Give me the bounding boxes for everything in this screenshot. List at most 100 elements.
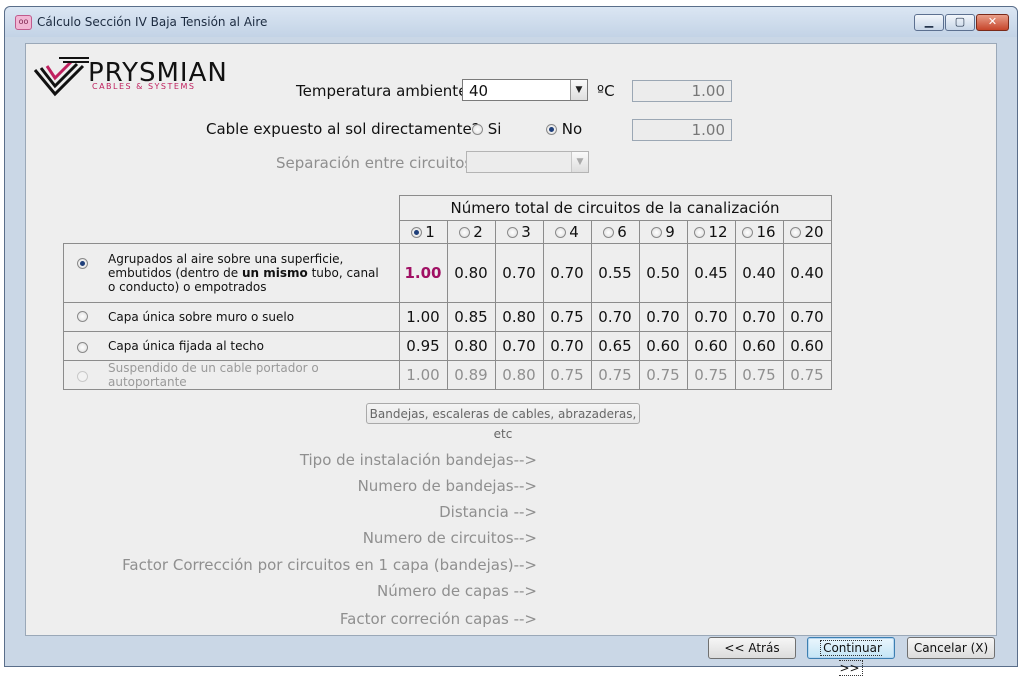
table-cell: 0.80 [494, 302, 544, 332]
tray-count-label: Numero de bandejas--> [357, 477, 537, 495]
row-radio[interactable] [77, 258, 88, 269]
table-cell: 0.95 [398, 331, 448, 361]
tray-correction-factor-label: Factor Corrección por circuitos en 1 cap… [122, 556, 537, 574]
table-row[interactable]: Agrupados al aire sobre una superficie, … [63, 243, 832, 303]
row-radio [77, 371, 88, 382]
sun-yes-radio[interactable] [472, 124, 483, 135]
circuit-count-option[interactable]: 16 [734, 220, 784, 244]
row-label-wall[interactable]: Capa única sobre muro o suelo [63, 302, 400, 332]
table-cell: 0.40 [782, 243, 832, 303]
layer-correction-factor-label: Factor correción capas --> [339, 610, 537, 628]
temperature-unit: ºC [597, 82, 615, 100]
tray-circuits-label: Numero de circuitos--> [362, 529, 537, 547]
table-cell: 0.65 [590, 331, 640, 361]
close-button[interactable]: ✕ [976, 14, 1009, 31]
circuit-count-radio[interactable] [603, 226, 615, 238]
main-panel: PRYSMIAN CABLES & SYSTEMS Temperatura am… [25, 43, 997, 636]
circuit-count-radio[interactable] [651, 226, 663, 238]
table-cell: 0.70 [782, 302, 832, 332]
logo-subtitle: CABLES & SYSTEMS [92, 82, 196, 91]
circuit-count-option[interactable]: 20 [782, 220, 832, 244]
trays-button[interactable]: Bandejas, escaleras de cables, abrazader… [366, 403, 640, 441]
table-cell: 0.60 [686, 331, 736, 361]
title-bar[interactable]: oo Cálculo Sección IV Baja Tensión al Ai… [5, 7, 1017, 37]
circuit-count-radio[interactable] [790, 226, 802, 238]
row-label-ceiling[interactable]: Capa única fijada al techo [63, 331, 400, 361]
table-cell: 0.75 [542, 360, 592, 390]
row-label-grouped[interactable]: Agrupados al aire sobre una superficie, … [63, 243, 400, 303]
chevron-down-icon[interactable]: ▼ [570, 80, 587, 100]
row-label-suspended: Suspendido de un cable portador o autopo… [63, 360, 400, 390]
table-cell: 1.00 [398, 360, 448, 390]
tray-distance-label: Distancia --> [439, 503, 537, 521]
circuit-count-option[interactable]: 6 [590, 220, 640, 244]
sun-no-label: No [561, 120, 583, 138]
circuit-count-radio[interactable] [459, 226, 471, 238]
table-cell: 0.60 [734, 331, 784, 361]
sun-factor-field: 1.00 [632, 119, 732, 141]
app-window: oo Cálculo Sección IV Baja Tensión al Ai… [4, 6, 1018, 676]
table-cell: 1.00 [398, 302, 448, 332]
temperature-value: 40 [469, 82, 489, 100]
table-cell: 0.45 [686, 243, 736, 303]
separation-select[interactable]: ▼ [466, 151, 589, 173]
sun-exposure-label: Cable expuesto al sol directamente? [206, 120, 480, 138]
circuit-count-option[interactable]: 1 [398, 220, 448, 244]
circuit-count-option[interactable]: 3 [494, 220, 544, 244]
table-cell: 0.70 [542, 243, 592, 303]
minimize-button[interactable]: ▁ [914, 14, 944, 31]
continue-button[interactable]: Continuar >> [807, 637, 895, 676]
sun-no-radio[interactable] [546, 124, 557, 135]
back-button[interactable]: << Atrás [708, 637, 796, 659]
table-cell: 0.75 [782, 360, 832, 390]
circuit-count-radio[interactable] [411, 226, 423, 238]
circuit-count-option[interactable]: 9 [638, 220, 688, 244]
table-cell: 0.75 [686, 360, 736, 390]
table-cell: 0.60 [638, 331, 688, 361]
continue-label: Continuar >> [820, 640, 882, 676]
temperature-label: Temperatura ambiente [296, 82, 468, 100]
window-title: Cálculo Sección IV Baja Tensión al Aire [37, 15, 268, 29]
table-cell: 0.75 [590, 360, 640, 390]
circuit-count-radio[interactable] [507, 226, 519, 238]
row-radio[interactable] [77, 342, 88, 353]
table-cell: 0.75 [638, 360, 688, 390]
sun-no-option[interactable]: No [546, 120, 582, 138]
table-cell: 0.50 [638, 243, 688, 303]
table-cell: 0.89 [446, 360, 496, 390]
temperature-select[interactable]: 40 ▼ [462, 79, 588, 101]
circuit-count-radio[interactable] [694, 226, 706, 238]
table-row[interactable]: Capa única sobre muro o suelo 1.00 0.85 … [63, 302, 832, 332]
table-row[interactable]: Capa única fijada al techo 0.95 0.80 0.7… [63, 331, 832, 361]
sun-yes-option[interactable]: Si [472, 120, 501, 138]
table-row: Suspendido de un cable portador o autopo… [63, 360, 832, 390]
circuit-count-option[interactable]: 2 [446, 220, 496, 244]
table-cell: 0.70 [638, 302, 688, 332]
circuits-table-title: Número total de circuitos de la canaliza… [398, 195, 832, 221]
close-icon: ✕ [987, 15, 998, 28]
circuit-count-radio[interactable] [555, 226, 567, 238]
circuit-count-option[interactable]: 12 [686, 220, 736, 244]
table-cell: 1.00 [398, 243, 448, 303]
temperature-factor-field: 1.00 [632, 80, 732, 102]
separation-label: Separación entre circuitos [276, 154, 473, 172]
maximize-button[interactable]: ▢ [945, 14, 975, 31]
table-cell: 0.80 [446, 243, 496, 303]
circuits-table: Número total de circuitos de la canaliza… [63, 195, 832, 390]
cancel-button[interactable]: Cancelar (X) [907, 637, 995, 659]
tray-type-label: Tipo de instalación bandejas--> [299, 451, 537, 469]
prysmian-logo-icon [33, 57, 89, 97]
row-radio[interactable] [77, 311, 88, 322]
table-cell: 0.70 [590, 302, 640, 332]
circuit-count-option[interactable]: 4 [542, 220, 592, 244]
table-cell: 0.75 [542, 302, 592, 332]
table-cell: 0.85 [446, 302, 496, 332]
table-cell: 0.40 [734, 243, 784, 303]
table-cell: 0.80 [446, 331, 496, 361]
table-cell: 0.70 [734, 302, 784, 332]
app-icon[interactable]: oo [15, 15, 32, 30]
sun-yes-label: Si [487, 120, 502, 138]
chevron-down-icon[interactable]: ▼ [571, 152, 588, 172]
table-cell: 0.70 [542, 331, 592, 361]
circuit-count-radio[interactable] [742, 226, 754, 238]
